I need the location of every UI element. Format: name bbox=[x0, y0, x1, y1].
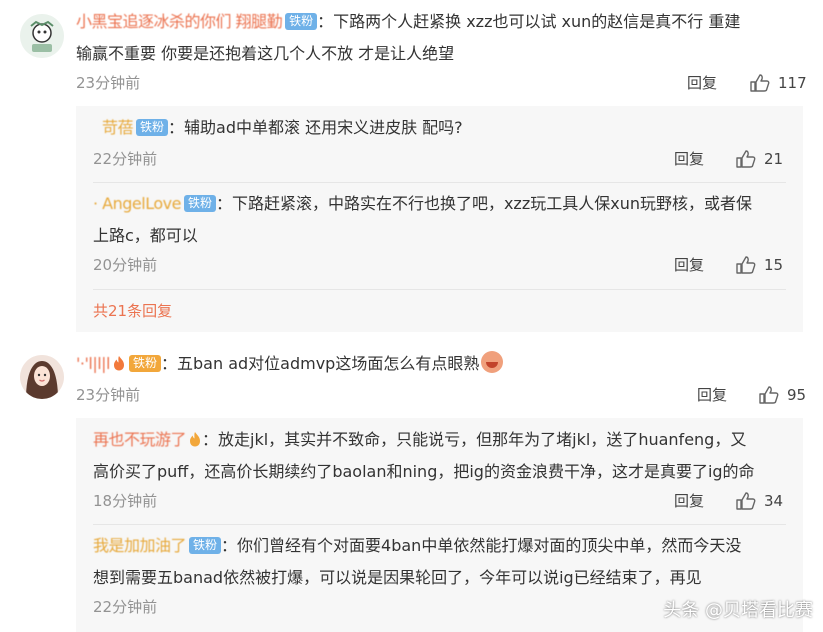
thumb-up-icon bbox=[736, 492, 756, 510]
emoji-laugh-icon bbox=[481, 351, 504, 373]
comment-2: '·'l|l|l 铁粉 ：五ban ad对位admvp这场面怎么有点眼熟 23分钟前… bbox=[0, 340, 823, 632]
reply-text: 苛蓓 铁粉 ：辅助ad中单都滚 还用宋义进皮肤 配吗? bbox=[102, 112, 463, 144]
reply-text-line1: ：放走jkl，其实并不致命，只能说亏，但那年为了堵jkl，送了huanfeng，… bbox=[202, 430, 747, 449]
fan-badge[interactable]: 铁粉 bbox=[183, 195, 216, 212]
comment-text-line2: 输赢不重要 你要是还抱着这几个人不放 才是让人绝望 bbox=[76, 44, 455, 63]
username[interactable]: · AngelLove bbox=[93, 194, 181, 213]
like-count: 34 bbox=[764, 492, 784, 510]
like-count: 21 bbox=[764, 150, 784, 168]
thumb-up-icon bbox=[750, 74, 770, 92]
like-count: 15 bbox=[764, 256, 784, 274]
reply-button[interactable]: 回复 bbox=[687, 73, 717, 93]
like-button[interactable]: 95 bbox=[759, 385, 806, 405]
reply-button[interactable]: 回复 bbox=[674, 491, 704, 511]
fire-icon bbox=[114, 356, 124, 371]
comment-text: '·'l|l|l 铁粉 ：五ban ad对位admvp这场面怎么有点眼熟 bbox=[76, 348, 504, 380]
username[interactable]: 再也不玩游了 bbox=[93, 430, 187, 449]
thumb-up-icon bbox=[736, 150, 756, 168]
username[interactable]: '·'l|l|l bbox=[76, 354, 111, 373]
like-count: 117 bbox=[778, 74, 807, 92]
reply-button[interactable]: 回复 bbox=[674, 149, 704, 169]
fire-icon bbox=[190, 432, 201, 447]
divider bbox=[93, 289, 786, 290]
reply-text: 再也不玩游了 ：放走jkl，其实并不致命，只能说亏，但那年为了堵jkl，送了hua… bbox=[93, 424, 746, 456]
reply-thread: 苛蓓 铁粉 ：辅助ad中单都滚 还用宋义进皮肤 配吗? 22分钟前 回复 21 · … bbox=[76, 106, 803, 332]
timestamp: 18分钟前 bbox=[93, 492, 158, 510]
like-button[interactable]: 117 bbox=[750, 73, 807, 93]
fan-badge[interactable]: 铁粉 bbox=[129, 355, 162, 372]
timestamp: 23分钟前 bbox=[76, 386, 141, 404]
divider bbox=[93, 182, 786, 183]
timestamp: 22分钟前 bbox=[93, 150, 158, 168]
thumb-up-icon bbox=[759, 386, 779, 404]
watermark: 头条 @贝塔看比赛 bbox=[663, 600, 813, 621]
reply-button[interactable]: 回复 bbox=[697, 385, 727, 405]
like-button[interactable]: 34 bbox=[736, 491, 783, 511]
reply-text: 我是加加油了 铁粉 ：你们曾经有个对面要4ban中单依然能打爆对面的顶尖中单，然而今… bbox=[93, 530, 741, 562]
timestamp: 22分钟前 bbox=[93, 598, 158, 616]
fan-badge[interactable]: 铁粉 bbox=[136, 119, 169, 136]
thumb-up-icon bbox=[736, 256, 756, 274]
like-button[interactable]: 15 bbox=[736, 255, 783, 275]
like-count: 95 bbox=[787, 386, 807, 404]
reply-text-line1: ：辅助ad中单都滚 还用宋义进皮肤 配吗? bbox=[168, 118, 463, 137]
timestamp: 20分钟前 bbox=[93, 256, 158, 274]
divider bbox=[93, 524, 786, 525]
reply-text-line2: 想到需要五banad依然被打爆，可以说是因果轮回了，今年可以说ig已经结束了，再… bbox=[93, 568, 702, 587]
reply-text-line2: 上路c，都可以 bbox=[93, 226, 198, 245]
reply-text-line1: ：下路赶紧滚，中路实在不行也换了吧，xzz玩工具人保xun玩野核，或者保 bbox=[215, 194, 752, 213]
comment-1: 小黑宝追逐冰杀的你们 翔腿勤 铁粉 ：下路两个人赶紧换 xzz也可以试 xun的赵信… bbox=[0, 0, 823, 340]
comment-text-line1: ：下路两个人赶紧换 xzz也可以试 xun的赵信是真不行 重建 bbox=[317, 12, 741, 31]
username[interactable]: 小黑宝追逐冰杀的你们 翔腿勤 bbox=[76, 12, 283, 31]
more-replies-link[interactable]: 共21条回复 bbox=[93, 301, 172, 321]
comment-text: 小黑宝追逐冰杀的你们 翔腿勤 铁粉 ：下路两个人赶紧换 xzz也可以试 xun的赵信… bbox=[76, 6, 740, 38]
comment-text-line1: ：五ban ad对位admvp这场面怎么有点眼熟 bbox=[161, 354, 480, 373]
avatar[interactable] bbox=[20, 355, 64, 399]
reply-text-line1: ：你们曾经有个对面要4ban中单依然能打爆对面的顶尖中单，然而今天没 bbox=[221, 536, 742, 555]
timestamp: 23分钟前 bbox=[76, 74, 141, 92]
avatar[interactable] bbox=[20, 14, 64, 58]
reply-text-line2: 高价买了puff，还高价长期续约了baolan和ning，把ig的资金浪费干净，… bbox=[93, 462, 755, 481]
username[interactable]: 苛蓓 bbox=[102, 118, 134, 137]
fan-badge[interactable]: 铁粉 bbox=[285, 13, 318, 30]
username[interactable]: 我是加加油了 bbox=[93, 536, 187, 555]
like-button[interactable]: 21 bbox=[736, 149, 783, 169]
reply-button[interactable]: 回复 bbox=[674, 255, 704, 275]
fan-badge[interactable]: 铁粉 bbox=[189, 537, 222, 554]
reply-text: · AngelLove 铁粉 ：下路赶紧滚，中路实在不行也换了吧，xzz玩工具人保x… bbox=[93, 188, 752, 220]
